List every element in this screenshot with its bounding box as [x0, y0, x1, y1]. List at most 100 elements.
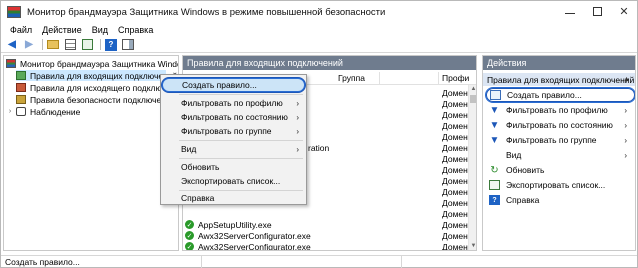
menu-file[interactable]: Файл: [5, 25, 37, 35]
help-button[interactable]: ?: [104, 38, 118, 51]
chevron-right-icon[interactable]: ›: [6, 108, 14, 115]
action-filter-profile[interactable]: ▼ Фильтровать по профилю ›: [486, 103, 635, 117]
menu-bar: Файл Действие Вид Справка: [1, 23, 637, 37]
tree-item-label: Правила для исходящего подключения: [30, 82, 179, 93]
context-item-label: Экспортировать список...: [181, 176, 281, 186]
chevron-right-icon: ›: [296, 112, 299, 122]
scroll-thumb[interactable]: [470, 95, 476, 103]
rule-profile: Домен: [442, 208, 468, 219]
column-header-profile[interactable]: Профи: [442, 73, 469, 83]
actions-pane: Действия Правила для входящих подключени…: [482, 55, 636, 251]
scroll-down-icon[interactable]: ▼: [469, 242, 476, 250]
context-filter-profile[interactable]: Фильтровать по профилю ›: [162, 96, 305, 110]
table-row[interactable]: ✓ AppSetupUtility.exe Домен: [183, 219, 468, 230]
column-separator[interactable]: [379, 72, 380, 85]
tree-item-root[interactable]: Монитор брандмауэра Защитника Windows в: [6, 58, 178, 69]
rule-name: ration: [308, 142, 330, 153]
table-row[interactable]: ✓ Awx32ServerConfigurator.exe Домен: [183, 230, 468, 241]
rule-profile: Домен: [442, 120, 468, 131]
context-menu: Создать правило... Фильтровать по профил…: [160, 74, 307, 205]
context-export-list[interactable]: Экспортировать список...: [162, 174, 305, 188]
status-bar: Создать правило...: [1, 255, 637, 268]
rules-panel-header: Правила для входящих подключений: [183, 56, 476, 70]
column-separator[interactable]: [438, 72, 439, 85]
action-label: Фильтровать по профилю: [506, 105, 608, 115]
context-view[interactable]: Вид ›: [162, 142, 305, 156]
rule-name: AppSetupUtility.exe: [198, 219, 272, 230]
rule-profile: Домен: [442, 109, 468, 120]
context-item-label: Вид: [181, 144, 197, 154]
context-new-rule[interactable]: Создать правило...: [162, 78, 305, 92]
forward-arrow-icon[interactable]: ▶: [22, 39, 36, 51]
action-label: Справка: [506, 195, 540, 205]
table-row[interactable]: ✓ Awx32ServerConfigurator.exe Домен: [183, 241, 468, 250]
help-icon: ?: [105, 38, 117, 51]
context-help[interactable]: Справка: [162, 191, 305, 205]
action-refresh[interactable]: ↻ Обновить: [486, 163, 635, 177]
rule-profile: Домен: [442, 142, 468, 153]
minimize-button[interactable]: [557, 3, 583, 19]
column-header-group[interactable]: Группа: [338, 73, 365, 83]
tree-item-connection-security[interactable]: Правила безопасности подключения: [16, 94, 175, 105]
help-icon: ?: [489, 195, 500, 205]
action-new-rule[interactable]: Создать правило...: [486, 88, 635, 102]
export-list-button[interactable]: [80, 39, 94, 51]
chevron-right-icon: ›: [624, 135, 627, 145]
context-refresh[interactable]: Обновить: [162, 160, 305, 174]
filter-icon: ▼: [489, 119, 500, 131]
scroll-up-icon[interactable]: ▲: [469, 85, 476, 94]
enabled-rule-icon: ✓: [185, 231, 194, 240]
filter-icon: ▼: [489, 134, 500, 146]
chevron-right-icon: ›: [296, 144, 299, 154]
context-item-label: Справка: [181, 193, 215, 203]
rule-profile: Домен: [442, 164, 468, 175]
action-help[interactable]: ? Справка: [486, 193, 635, 207]
folder-icon: [47, 40, 59, 49]
action-view[interactable]: Вид ›: [486, 148, 635, 162]
tree-item-monitoring[interactable]: › Наблюдение: [6, 106, 81, 117]
tree-item-outbound-rules[interactable]: Правила для исходящего подключения: [16, 82, 179, 93]
rule-name: Awx32ServerConfigurator.exe: [198, 230, 311, 241]
export-icon: [81, 39, 93, 50]
chevron-right-icon: ›: [624, 120, 627, 130]
actions-section-label: Правила для входящих подключений: [487, 74, 635, 85]
firewall-app-icon: [7, 6, 21, 18]
menu-view[interactable]: Вид: [87, 25, 113, 35]
vertical-scrollbar[interactable]: ▲ ▼: [468, 85, 476, 250]
tree-item-label: Наблюдение: [30, 106, 81, 117]
menu-separator: [179, 94, 303, 95]
rule-profile: Домен: [442, 219, 468, 230]
rule-profile: Домен: [442, 175, 468, 186]
status-separator: [201, 256, 202, 268]
context-item-label: Фильтровать по группе: [181, 126, 272, 136]
console-tree: Монитор брандмауэра Защитника Windows в …: [3, 55, 179, 251]
back-arrow-icon[interactable]: ◀: [5, 39, 19, 51]
rule-profile: Домен: [442, 131, 468, 142]
context-filter-group[interactable]: Фильтровать по группе ›: [162, 124, 305, 138]
rule-profile: Домен: [442, 98, 468, 109]
outbound-rules-icon: [16, 83, 26, 92]
maximize-button[interactable]: [584, 3, 610, 19]
menu-action[interactable]: Действие: [37, 25, 87, 35]
action-label: Фильтровать по состоянию: [506, 120, 613, 130]
action-filter-state[interactable]: ▼ Фильтровать по состоянию ›: [486, 118, 635, 132]
close-button[interactable]: ✕: [611, 3, 637, 19]
tree-item-inbound-rules[interactable]: Правила для входящих подключений: [16, 70, 177, 81]
enabled-rule-icon: ✓: [185, 220, 194, 229]
action-filter-group[interactable]: ▼ Фильтровать по группе ›: [486, 133, 635, 147]
up-folder-button[interactable]: [46, 39, 60, 51]
table-row[interactable]: Домен: [183, 208, 468, 219]
export-icon: [489, 180, 500, 190]
collapse-up-icon[interactable]: ▲: [623, 76, 630, 83]
title-bar: Монитор брандмауэра Защитника Windows в …: [1, 1, 637, 23]
rule-profile: Домен: [442, 153, 468, 164]
context-item-label: Фильтровать по состоянию: [181, 112, 288, 122]
show-hide-tree-button[interactable]: [63, 39, 77, 51]
tree-item-label: Правила для входящих подключений: [30, 70, 178, 81]
menu-help[interactable]: Справка: [113, 25, 158, 35]
actions-section-header[interactable]: Правила для входящих подключений ▲: [483, 73, 635, 86]
context-filter-state[interactable]: Фильтровать по состоянию ›: [162, 110, 305, 124]
show-action-pane-button[interactable]: [121, 39, 135, 51]
action-export-list[interactable]: Экспортировать список...: [486, 178, 635, 192]
action-pane-icon: [122, 39, 134, 50]
